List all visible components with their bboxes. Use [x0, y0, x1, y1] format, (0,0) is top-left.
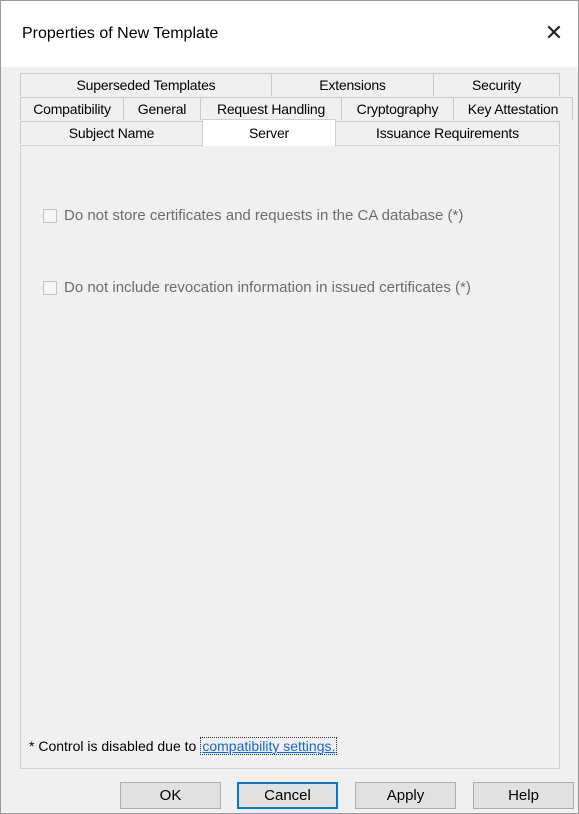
ok-button[interactable]: OK — [120, 782, 221, 809]
properties-dialog: Properties of New Template ✕ Superseded … — [0, 0, 579, 814]
tab-request-handling[interactable]: Request Handling — [200, 97, 342, 120]
apply-button[interactable]: Apply — [355, 782, 456, 809]
no-store-label: Do not store certificates and requests i… — [64, 207, 464, 224]
no-revocation-option: Do not include revocation information in… — [43, 279, 471, 296]
title-bar: Properties of New Template ✕ — [1, 1, 578, 67]
tab-key-attestation[interactable]: Key Attestation — [453, 97, 573, 120]
close-icon[interactable]: ✕ — [540, 19, 568, 47]
tab-issuance-requirements[interactable]: Issuance Requirements — [335, 121, 560, 144]
tab-extensions[interactable]: Extensions — [271, 73, 434, 96]
no-revocation-checkbox — [43, 280, 57, 295]
no-store-checkbox — [43, 208, 57, 223]
tab-superseded-templates[interactable]: Superseded Templates — [20, 73, 272, 96]
help-button[interactable]: Help — [473, 782, 574, 809]
cancel-button[interactable]: Cancel — [237, 782, 338, 809]
tab-subject-name[interactable]: Subject Name — [20, 121, 203, 144]
tab-cryptography[interactable]: Cryptography — [341, 97, 454, 120]
no-revocation-label: Do not include revocation information in… — [64, 279, 471, 296]
tab-server[interactable]: Server — [202, 119, 336, 146]
tab-compatibility[interactable]: Compatibility — [20, 97, 124, 120]
no-store-option: Do not store certificates and requests i… — [43, 207, 463, 224]
disabled-note: * Control is disabled due to compatibili… — [29, 737, 338, 755]
compatibility-settings-link[interactable]: compatibility settings. — [200, 737, 338, 755]
tab-security[interactable]: Security — [433, 73, 560, 96]
dialog-title: Properties of New Template — [22, 25, 219, 42]
disabled-note-text: * Control is disabled due to — [29, 738, 197, 754]
tab-general[interactable]: General — [123, 97, 201, 120]
server-tab-panel: Do not store certificates and requests i… — [20, 145, 560, 769]
